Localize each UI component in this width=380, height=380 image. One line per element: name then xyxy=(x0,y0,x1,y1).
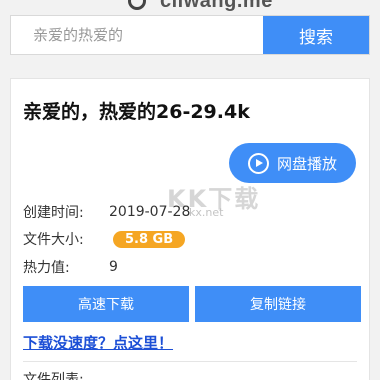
search-button[interactable]: 搜索 xyxy=(263,16,369,54)
resource-title: 亲爱的，热爱的26-29.4k xyxy=(23,101,250,123)
search-bar: 搜索 xyxy=(10,15,370,55)
resource-card: 亲爱的，热爱的26-29.4k 网盘播放 KK下载 kx.net 创建时间: 2… xyxy=(10,78,370,380)
info-row-created: 创建时间: 2019-07-28 xyxy=(23,202,190,222)
cloud-play-label: 网盘播放 xyxy=(276,154,337,173)
cloud-play-button[interactable]: 网盘播放 xyxy=(229,143,356,183)
info-row-heat: 热力值: 9 xyxy=(23,257,118,277)
site-logo-text: cliwang.me xyxy=(160,0,273,12)
watermark-url: kx.net xyxy=(189,206,224,219)
heat-label: 热力值: xyxy=(23,260,70,276)
play-circle-icon xyxy=(247,152,269,174)
site-logo-icon xyxy=(128,0,146,10)
info-row-size: 文件大小: 5.8 GB xyxy=(23,229,186,249)
size-label: 文件大小: xyxy=(23,232,84,248)
file-list-label: 文件列表: xyxy=(23,372,84,380)
created-label: 创建时间: xyxy=(23,205,84,221)
heat-value: 9 xyxy=(109,259,118,275)
search-input[interactable] xyxy=(11,16,263,54)
size-badge: 5.8 GB xyxy=(113,230,186,248)
divider xyxy=(23,361,357,362)
top-header: cliwang.me xyxy=(0,0,380,16)
copy-link-button[interactable]: 复制链接 xyxy=(195,286,361,322)
created-value: 2019-07-28 xyxy=(109,204,191,220)
slow-download-help-link[interactable]: 下载没速度？点这里！ xyxy=(23,332,173,353)
fast-download-button[interactable]: 高速下载 xyxy=(23,286,189,322)
